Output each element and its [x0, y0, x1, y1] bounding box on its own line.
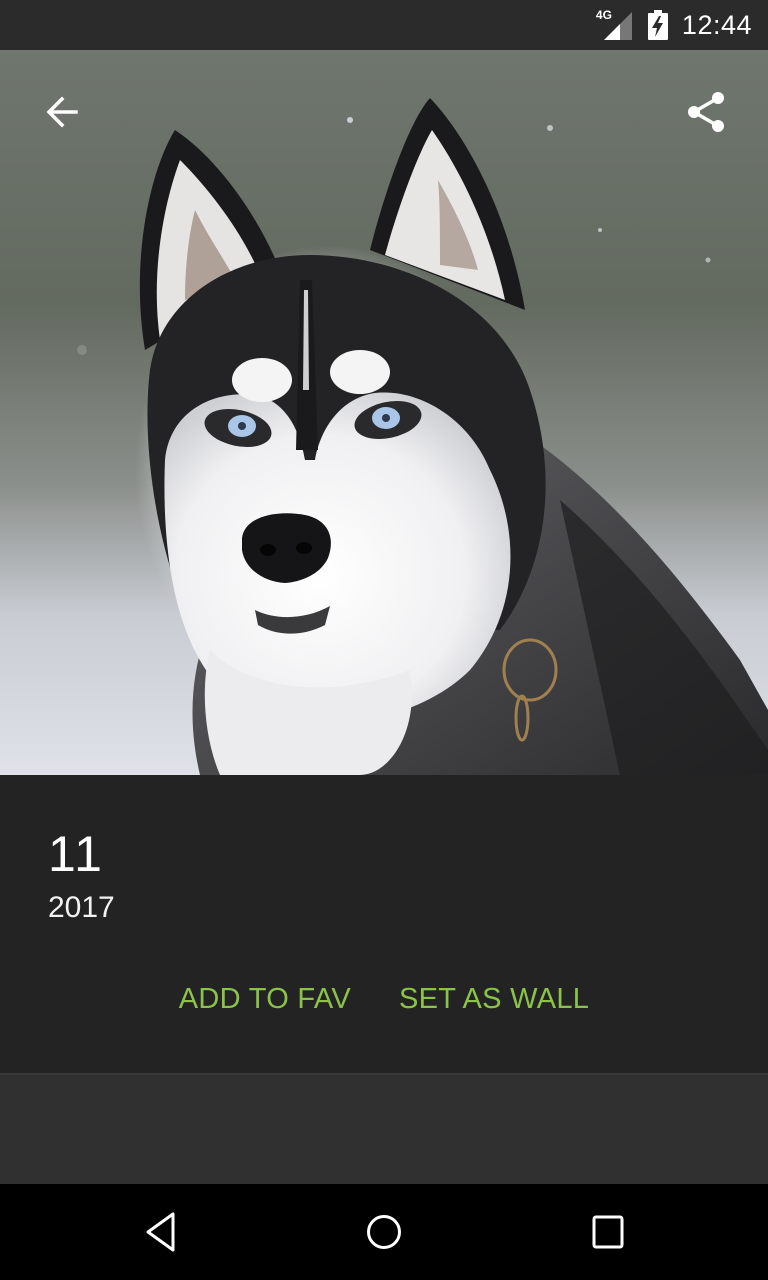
content-background [0, 1075, 768, 1184]
action-buttons: ADD TO FAV SET AS WALL [0, 975, 768, 1024]
nav-home-icon [367, 1215, 401, 1249]
status-bar: 4G 12:44 [0, 0, 768, 50]
nav-back-icon [146, 1212, 175, 1252]
husky-illustration [77, 98, 768, 775]
back-button[interactable] [34, 84, 90, 140]
wallpaper-title: 11 [48, 826, 104, 882]
system-nav-bar [0, 1184, 768, 1280]
signal-icon: 4G [595, 8, 634, 40]
network-type-label: 4G [595, 8, 612, 22]
share-button[interactable] [678, 84, 734, 140]
wallpaper-year: 2017 [48, 891, 115, 924]
set-as-wall-button[interactable]: SET AS WALL [399, 975, 589, 1024]
nav-home-button[interactable] [354, 1204, 414, 1260]
nav-recents-icon [592, 1215, 624, 1249]
add-to-fav-button[interactable]: ADD TO FAV [179, 975, 351, 1024]
arrow-back-icon [46, 96, 78, 128]
wallpaper-info-panel: 11 2017 ADD TO FAV SET AS WALL [0, 775, 768, 1073]
nav-back-button[interactable] [130, 1204, 190, 1260]
wallpaper-image [0, 50, 768, 775]
nav-recents-button[interactable] [578, 1204, 638, 1260]
status-icons: 4G 12:44 [596, 0, 752, 50]
share-icon [688, 92, 724, 132]
clock: 12:44 [681, 9, 752, 40]
battery-charging-icon [647, 10, 668, 40]
